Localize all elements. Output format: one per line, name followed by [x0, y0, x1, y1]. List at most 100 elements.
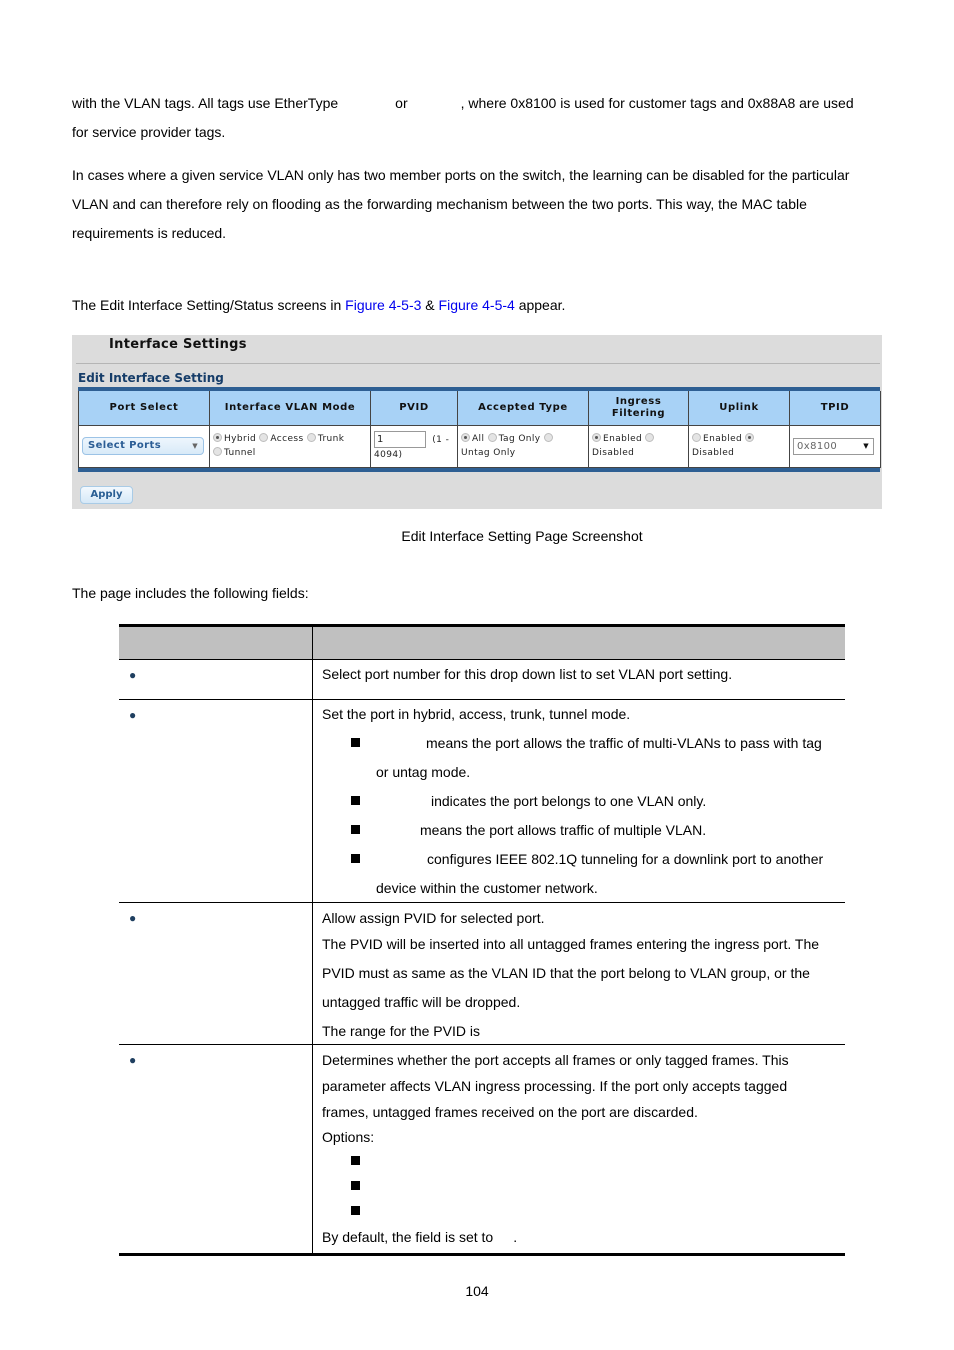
text: . — [513, 1229, 518, 1245]
col-ingress-filtering: Ingress Filtering — [588, 391, 689, 425]
dropdown-arrow-icon: ▼ — [192, 442, 198, 450]
bullet-icon: ● — [129, 911, 137, 925]
intro-paragraph-3: The Edit Interface Setting/Status screen… — [72, 291, 882, 320]
radio-icon — [259, 433, 269, 442]
radio-icon — [213, 447, 222, 456]
square-bullet-icon — [351, 825, 360, 834]
text: In cases where a given service VLAN only… — [72, 167, 850, 183]
figure-link-4-5-3[interactable]: Figure 4-5-3 — [345, 297, 421, 313]
text: Determines whether the port accepts all … — [322, 1052, 789, 1068]
list-item: configures IEEE 802.1Q tunneling for a d… — [322, 845, 839, 874]
text: Access — [270, 434, 304, 444]
text: indicates the port belongs to one VLAN o… — [431, 793, 707, 809]
text: Ingress — [615, 395, 662, 407]
text: Untag Only — [461, 448, 516, 458]
table-row: ● Determines whether the port accepts al… — [119, 1045, 845, 1256]
text: Tag Only — [498, 434, 541, 444]
radio-icon — [543, 433, 553, 442]
dropdown-arrow-icon: ▼ — [863, 441, 869, 450]
square-bullet-icon — [351, 854, 360, 863]
fields-intro: The page includes the following fields: — [72, 585, 309, 601]
row-label: ● — [119, 1045, 313, 1253]
figure-link-4-5-4[interactable]: Figure 4-5-4 — [439, 297, 515, 313]
col-interface-vlan-mode: Interface VLAN Mode — [209, 391, 371, 425]
cell-tpid: 0x8100 ▼ — [789, 424, 881, 468]
intro-paragraph-1: with the VLAN tags. All tags use EtherTy… — [72, 89, 882, 147]
figure-caption: Edit Interface Setting Page Screenshot — [401, 528, 643, 544]
radio-icon — [592, 433, 601, 442]
radio-access[interactable]: Access — [259, 433, 304, 444]
row-description: Select port number for this drop down li… — [322, 666, 733, 682]
ui-page-title: Interface Settings — [109, 337, 247, 352]
radio-uplink-enabled[interactable]: Enabled — [692, 433, 743, 444]
cell-port-select: Select Ports ▼ — [78, 424, 210, 468]
text: or untag mode. — [376, 764, 471, 780]
interface-settings-screenshot: Interface Settings Edit Interface Settin… — [72, 335, 882, 509]
text: configures IEEE 802.1Q tunneling for a d… — [427, 851, 824, 867]
radio-all[interactable]: All — [461, 433, 485, 444]
list-item — [322, 1199, 839, 1224]
list-item: indicates the port belongs to one VLAN o… — [322, 787, 839, 816]
col-tpid: TPID — [789, 391, 881, 425]
text: appear. — [514, 297, 566, 313]
text: Hybrid — [224, 434, 257, 444]
text: Filtering — [611, 407, 666, 419]
text: requirements is reduced. — [72, 225, 227, 241]
row-label: ● — [119, 700, 313, 902]
col-accepted-type: Accepted Type — [457, 391, 589, 425]
text: 0x8100 — [797, 440, 838, 452]
text: with the VLAN tags. All tags use EtherTy… — [72, 95, 339, 111]
text: Enabled — [703, 434, 743, 444]
cell-pvid: 1 (1 - 4094) — [370, 424, 458, 468]
radio-icon — [645, 433, 655, 442]
list-item: means the port allows traffic of multipl… — [322, 816, 839, 845]
text: VLAN and can therefore rely on flooding … — [72, 196, 807, 212]
header-object — [119, 627, 313, 659]
square-bullet-icon — [351, 738, 360, 747]
table-row: ● Select port number for this drop down … — [119, 660, 845, 700]
page-number: 104 — [465, 1283, 489, 1299]
text: Tunnel — [224, 448, 256, 458]
text: Select Ports — [88, 440, 162, 451]
text: Options: — [322, 1129, 375, 1145]
radio-icon — [487, 433, 497, 442]
text: frames, untagged frames received on the … — [322, 1104, 698, 1120]
pvid-range: 4094) — [374, 449, 403, 460]
row-description: Allow assign PVID for selected port. The… — [313, 903, 845, 1044]
radio-tunnel[interactable]: Tunnel — [213, 447, 256, 458]
tpid-select[interactable]: 0x8100 ▼ — [793, 437, 874, 455]
text: Disabled — [592, 448, 635, 458]
text: All — [472, 434, 485, 444]
row-label: ● — [119, 903, 313, 1044]
edit-interface-table: Port Select Interface VLAN Mode PVID Acc… — [78, 387, 881, 472]
bullet-icon: ● — [129, 668, 137, 682]
bullet-icon: ● — [129, 708, 137, 722]
intro-paragraph-2: In cases where a given service VLAN only… — [72, 161, 882, 248]
ui-section-title: Edit Interface Setting — [78, 371, 224, 385]
text: or — [395, 95, 408, 111]
text: By default, the field is set to. — [322, 1224, 839, 1251]
row-description: Determines whether the port accepts all … — [313, 1045, 845, 1253]
col-uplink: Uplink — [688, 391, 790, 425]
radio-ingress-enabled[interactable]: Enabled — [592, 433, 642, 444]
radio-tag-only[interactable]: Tag Only — [487, 433, 541, 444]
text: Disabled — [692, 448, 735, 458]
text: PVID must as same as the VLAN ID that th… — [322, 965, 810, 981]
row-description: Set the port in hybrid, access, trunk, t… — [313, 700, 845, 902]
square-bullet-icon — [351, 1156, 360, 1165]
text: untagged traffic will be dropped. — [322, 994, 521, 1010]
pvid-input[interactable]: 1 — [374, 430, 426, 448]
cell-ingress-filtering: Enabled Disabled — [588, 424, 689, 468]
text: The Edit Interface Setting/Status screen… — [72, 297, 346, 313]
radio-icon — [692, 433, 701, 442]
port-select-dropdown[interactable]: Select Ports ▼ — [82, 437, 204, 455]
radio-icon — [745, 433, 755, 442]
table-row: ● Set the port in hybrid, access, trunk,… — [119, 700, 845, 903]
square-bullet-icon — [351, 1181, 360, 1190]
text: The range for the PVID is — [322, 1023, 480, 1039]
radio-hybrid[interactable]: Hybrid — [213, 433, 257, 444]
text: , where 0x8100 is used for customer tags… — [460, 95, 854, 111]
apply-button[interactable]: Apply — [80, 486, 133, 504]
table-header — [119, 627, 845, 660]
radio-trunk[interactable]: Trunk — [306, 433, 345, 444]
